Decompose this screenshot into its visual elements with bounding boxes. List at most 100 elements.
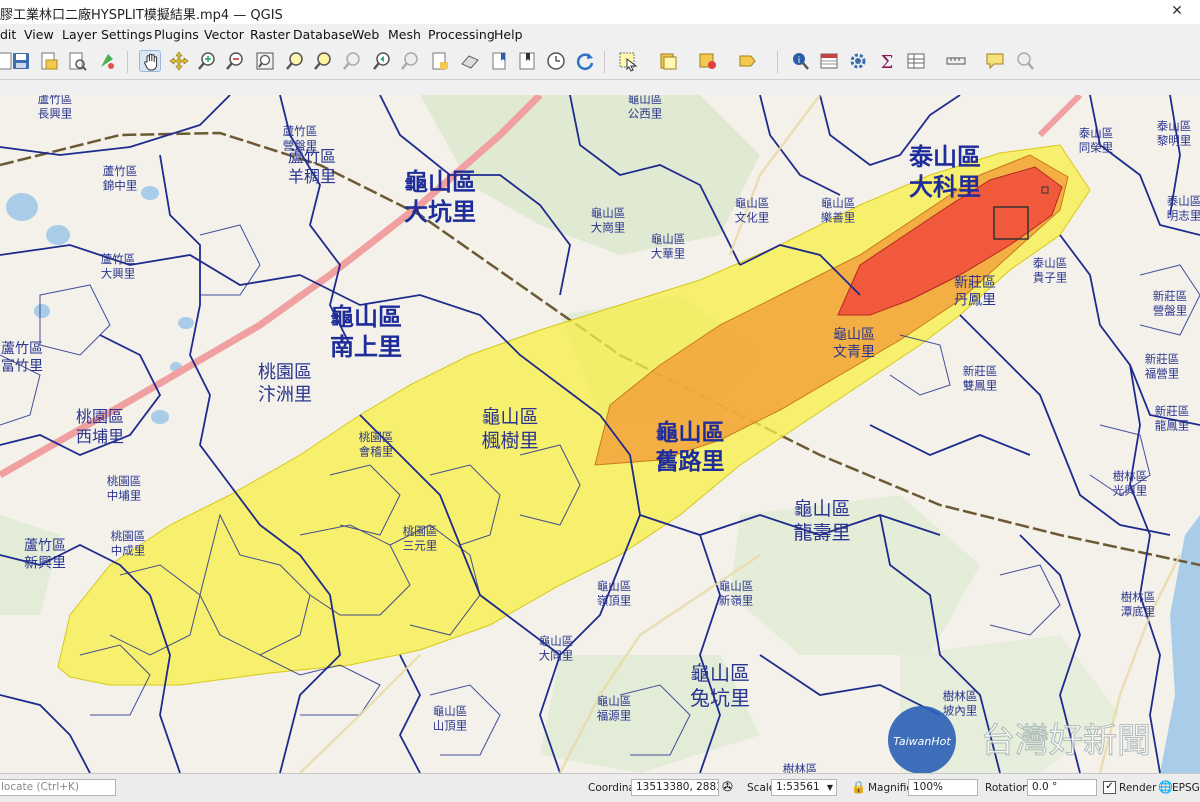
zoom-in-icon [198,52,215,70]
open-project-button[interactable] [38,50,60,72]
village-label: 泰山區貴子里 [1033,256,1068,284]
field-calculator-button[interactable] [818,50,840,72]
new-bookmark-icon [492,52,506,70]
toggle-extents-icon[interactable]: ✇ [722,780,733,795]
village-label: 蘆竹區長興里 [38,95,73,120]
save-as-icon [69,52,87,71]
new-map-view-button[interactable] [429,50,451,72]
menu-web[interactable]: Web [352,27,379,42]
globe-icon[interactable]: 🌐 [1158,780,1173,794]
zoom-next-button[interactable] [399,50,421,72]
show-bookmarks-icon [519,52,535,70]
pan-hand-icon [144,53,158,71]
menu-plugins[interactable]: Plugins [154,27,199,42]
menu-mesh[interactable]: Mesh [388,27,421,42]
refresh-button[interactable] [574,50,596,72]
style-manager-icon [101,54,114,69]
rotation-spinbox[interactable]: 0.0 ° [1027,779,1097,796]
zoom-layer-icon [286,52,303,70]
magnifier-value: 100% [913,781,944,793]
menu-raster[interactable]: Raster [250,27,290,42]
map-svg: 龜山區大坑里 龜山區南上里 龜山區楓樹里 龜山區舊路里 泰山區大科里 龜山區龍壽… [0,95,1200,773]
zoom-in-button[interactable] [196,50,218,72]
zoom-selection-icon [314,52,331,70]
menu-settings[interactable]: Settings [101,27,152,42]
locator-placeholder: locate (Ctrl+K) [1,781,80,793]
zoom-layer-button[interactable] [284,50,306,72]
menu-edit[interactable]: dit [0,27,16,42]
annotation-button[interactable] [984,50,1006,72]
label-longshou: 龜山區龍壽里 [793,498,850,544]
temporal-controller-button[interactable] [545,50,567,72]
scale-value: 1:53561 [776,781,820,793]
label-tukeng: 龜山區兔坑里 [690,661,750,710]
locator-search-input[interactable]: locate (Ctrl+K) [0,779,116,796]
pan-selection-button[interactable] [168,50,190,72]
attribute-table-button[interactable] [736,50,758,72]
status-bar: locate (Ctrl+K) Coordinate 13513380, 288… [0,773,1200,802]
lock-scale-icon[interactable]: 🔒 [851,780,866,794]
deselect-button[interactable] [697,50,719,72]
zoom-out-button[interactable] [224,50,246,72]
zoom-last-icon [373,52,390,70]
village-label: 龜山區大同里 [539,634,574,662]
menu-database[interactable]: Database [293,27,353,42]
identify-features-button[interactable]: i [789,50,811,72]
scale-combo[interactable]: 1:53561 ▼ [771,779,837,796]
zoom-last-button[interactable] [371,50,393,72]
settings-button[interactable] [847,50,869,72]
village-label: 新莊區雙鳳里 [963,364,998,392]
village-label: 蘆竹區大興里 [101,252,136,280]
deselect-icon [699,53,716,69]
pan-map-button[interactable] [139,50,161,72]
village-label: 桃園區三元里 [403,524,438,552]
show-bookmarks-button[interactable] [516,50,538,72]
coordinate-field[interactable]: 13513380, 2883548 [631,779,719,796]
temporal-icon [547,52,565,70]
watermark-cn-text: 台灣好新聞 [981,721,1151,761]
search-button[interactable] [1014,50,1036,72]
new-3d-view-button[interactable] [459,50,481,72]
select-value-icon [660,53,677,70]
style-manager-button[interactable] [96,50,118,72]
statistics-sum-button[interactable]: Σ [876,50,898,72]
zoom-full-button[interactable] [254,50,276,72]
menu-vector[interactable]: Vector [204,27,244,42]
village-label: 蘆竹區營盤里 [283,124,318,152]
chevron-down-icon: ▼ [826,783,833,792]
save-as-button[interactable] [66,50,88,72]
village-label: 桃園區中埔里 [107,474,142,502]
village-label: 龜山區山頂里 [433,704,468,732]
label-bianzhou: 桃園區汴洲里 [258,362,312,406]
search-icon [1017,52,1034,70]
crs-label[interactable]: EPSG: [1172,782,1200,794]
zoom-native-button[interactable] [341,50,363,72]
select-by-value-button[interactable] [657,50,679,72]
menu-processing[interactable]: Processing [428,27,495,42]
map-canvas[interactable]: 龜山區大坑里 龜山區南上里 龜山區楓樹里 龜山區舊路里 泰山區大科里 龜山區龍壽… [0,95,1200,773]
village-label: 桃園區中成里 [111,529,146,557]
select-features-button[interactable] [617,50,639,72]
save-project-button[interactable] [10,50,32,72]
village-label: 龜山區嶺頂里 [597,579,632,607]
village-label: 新莊區福營里 [1145,352,1180,380]
new-bookmark-button[interactable] [489,50,511,72]
close-window-button[interactable]: ✕ [1154,0,1200,24]
measure-button[interactable] [945,50,967,72]
table-options-button[interactable] [905,50,927,72]
render-checkbox[interactable]: ✓ [1103,781,1116,794]
menu-bar: dit View Layer Settings Plugins Vector R… [0,24,1200,45]
menu-help[interactable]: Help [494,27,523,42]
label-xinxing: 蘆竹區新興里 [24,538,66,572]
village-label: 龜山區新嶺里 [719,579,754,607]
close-icon: ✕ [1171,3,1183,19]
label-xipu: 桃園區西埔里 [76,407,124,446]
zoom-native-icon [343,52,360,70]
menu-layer[interactable]: Layer [62,27,97,42]
magnifier-spinbox[interactable]: 100% [908,779,978,796]
svg-text:Σ: Σ [881,52,894,72]
settings-gear-icon [850,53,866,69]
menu-view[interactable]: View [24,27,54,42]
zoom-selection-button[interactable] [312,50,334,72]
village-label: 樹林區潭底里 [1121,590,1156,618]
